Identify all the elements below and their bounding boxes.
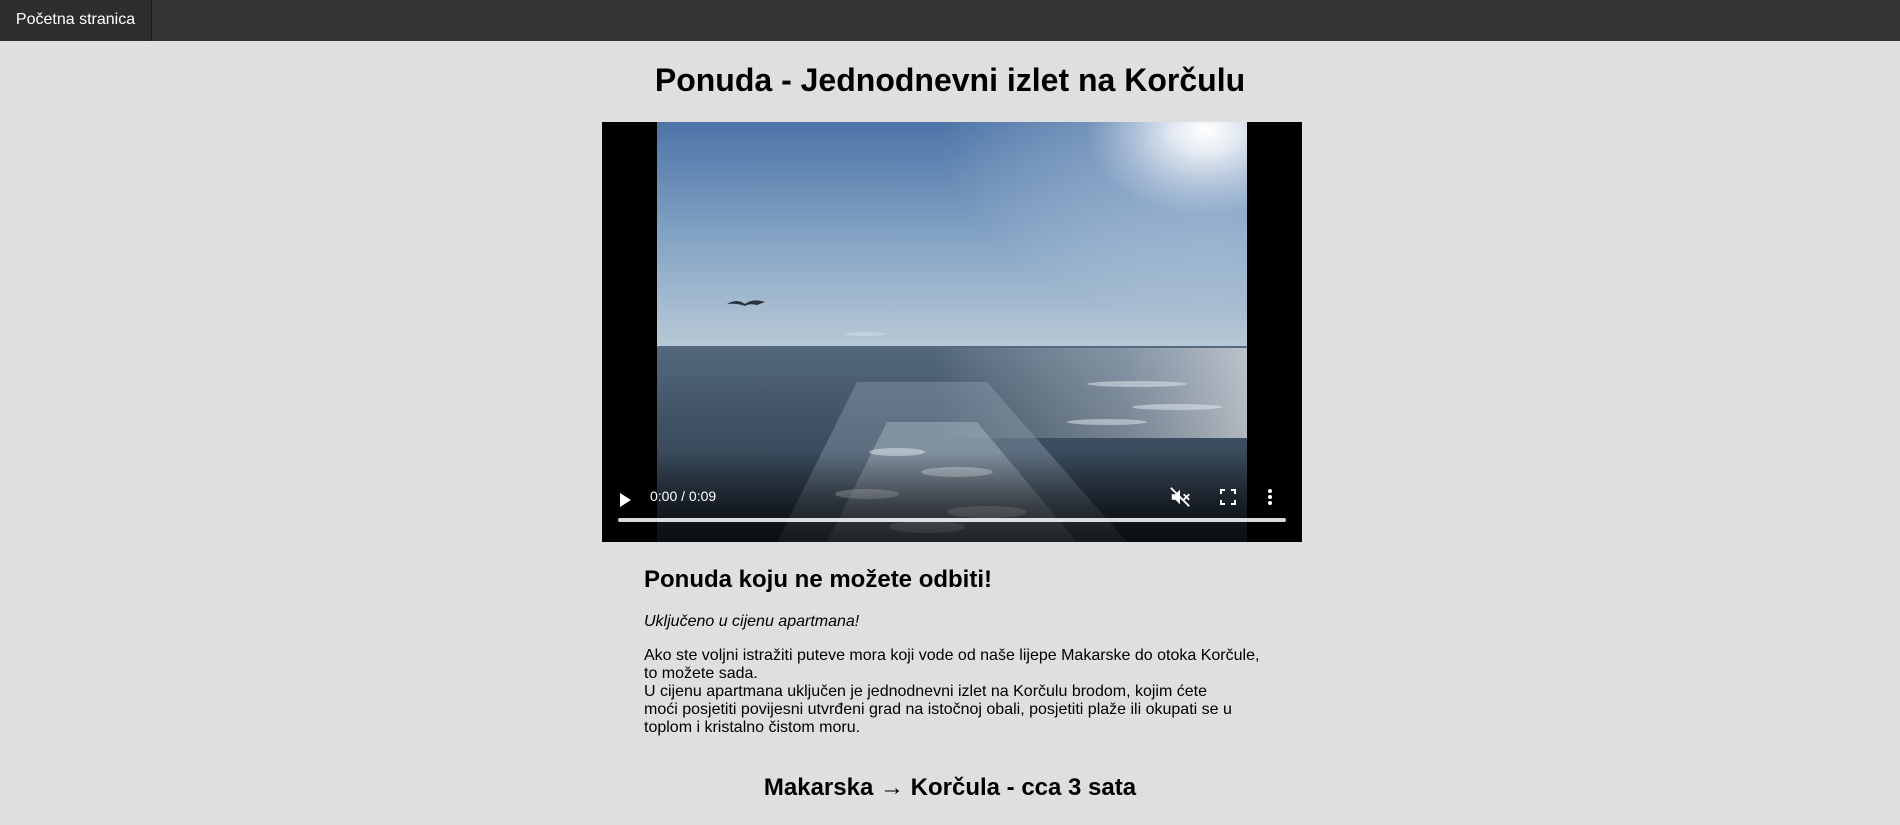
- play-button[interactable]: [618, 492, 632, 508]
- nav-link-home[interactable]: Početna stranica: [0, 0, 152, 41]
- description-line: moći posjetiti povijesni utvrđeni grad n…: [644, 701, 1232, 718]
- video-player[interactable]: 0:00 / 0:09: [602, 122, 1302, 542]
- offer-description: Ako ste voljni istražiti puteve mora koj…: [644, 647, 1264, 737]
- included-note: Uključeno u cijenu apartmana!: [644, 613, 860, 630]
- more-options-button[interactable]: [1265, 486, 1275, 508]
- description-line: toplom i kristalno čistom moru.: [644, 719, 861, 736]
- fullscreen-button[interactable]: [1219, 488, 1237, 506]
- description-line: to možete sada.: [644, 665, 758, 682]
- volume-muted-icon: [1170, 487, 1190, 507]
- top-navigation-bar: Početna stranica: [0, 0, 1900, 41]
- page-title: Ponuda - Jednodnevni izlet na Korčulu: [654, 62, 1246, 98]
- route-heading: Makarska → Korčula - cca 3 sata: [763, 774, 1137, 801]
- video-progress-bar[interactable]: [618, 518, 1286, 522]
- description-line: U cijenu apartmana uključen je jednodnev…: [644, 683, 1207, 700]
- more-options-icon: [1268, 489, 1272, 505]
- description-line: Ako ste voljni istražiti puteve mora koj…: [644, 647, 1260, 664]
- offer-heading: Ponuda koju ne možete odbiti!: [644, 566, 992, 593]
- play-icon: [620, 493, 631, 507]
- fullscreen-icon: [1220, 489, 1236, 505]
- mute-button[interactable]: [1169, 486, 1191, 508]
- video-time-display: 0:00 / 0:09: [650, 488, 717, 504]
